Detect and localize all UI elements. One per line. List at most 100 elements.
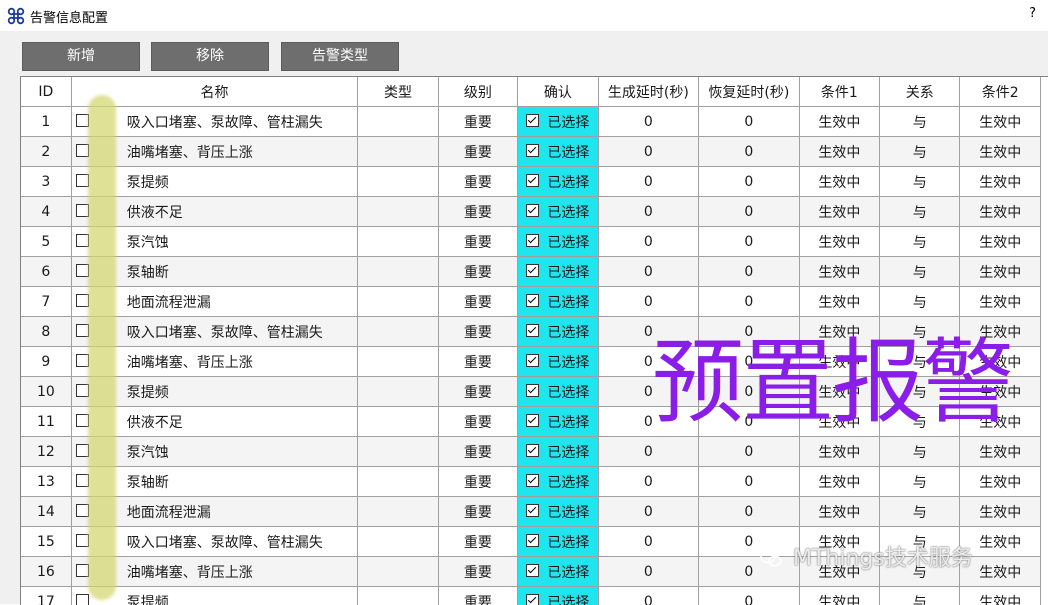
cell-confirm[interactable]: 已选择 bbox=[518, 467, 598, 497]
cell-confirm[interactable]: 已选择 bbox=[518, 197, 598, 227]
cell-cond2[interactable]: 生效中 bbox=[960, 287, 1041, 317]
row-select-checkbox[interactable] bbox=[76, 354, 89, 367]
cell-level[interactable]: 重要 bbox=[438, 497, 517, 527]
cell-rec-delay[interactable]: 0 bbox=[699, 257, 800, 287]
cell-rel[interactable]: 与 bbox=[880, 317, 960, 347]
cell-cond1[interactable]: 生效中 bbox=[799, 347, 879, 377]
cell-rel[interactable]: 与 bbox=[880, 347, 960, 377]
cell-type[interactable] bbox=[358, 467, 438, 497]
cell-level[interactable]: 重要 bbox=[438, 557, 517, 587]
row-select-checkbox[interactable] bbox=[76, 234, 89, 247]
cell-level[interactable]: 重要 bbox=[438, 347, 517, 377]
cell-cond2[interactable]: 生效中 bbox=[960, 167, 1041, 197]
cell-id[interactable]: 13 bbox=[21, 467, 71, 497]
cell-rec-delay[interactable]: 0 bbox=[699, 287, 800, 317]
cell-gen-delay[interactable]: 0 bbox=[598, 137, 699, 167]
cell-name[interactable]: 泵汽蚀 bbox=[71, 227, 358, 257]
alarm-table[interactable]: ID 名称 类型 级别 确认 生成延时(秒) 恢复延时(秒) 条件1 关系 条件… bbox=[20, 76, 1048, 605]
cell-id[interactable]: 5 bbox=[21, 227, 71, 257]
cell-type[interactable] bbox=[358, 317, 438, 347]
row-select-checkbox[interactable] bbox=[76, 474, 89, 487]
cell-name[interactable]: 地面流程泄漏 bbox=[71, 287, 358, 317]
column-header[interactable]: 条件2 bbox=[960, 77, 1041, 107]
cell-id[interactable]: 6 bbox=[21, 257, 71, 287]
cell-rel[interactable]: 与 bbox=[880, 467, 960, 497]
cell-confirm[interactable]: 已选择 bbox=[518, 287, 598, 317]
cell-rec-delay[interactable]: 0 bbox=[699, 587, 800, 605]
cell-rel[interactable]: 与 bbox=[880, 197, 960, 227]
cell-gen-delay[interactable]: 0 bbox=[598, 227, 699, 257]
cell-gen-delay[interactable]: 0 bbox=[598, 197, 699, 227]
cell-type[interactable] bbox=[358, 437, 438, 467]
cell-cond1[interactable]: 生效中 bbox=[799, 137, 879, 167]
cell-level[interactable]: 重要 bbox=[438, 107, 517, 137]
cell-type[interactable] bbox=[358, 197, 438, 227]
confirm-checkbox[interactable] bbox=[526, 174, 539, 187]
cell-id[interactable]: 2 bbox=[21, 137, 71, 167]
cell-type[interactable] bbox=[358, 107, 438, 137]
cell-rel[interactable]: 与 bbox=[880, 407, 960, 437]
row-select-checkbox[interactable] bbox=[76, 504, 89, 517]
cell-rec-delay[interactable]: 0 bbox=[699, 467, 800, 497]
cell-id[interactable]: 8 bbox=[21, 317, 71, 347]
cell-rec-delay[interactable]: 0 bbox=[699, 497, 800, 527]
cell-id[interactable]: 4 bbox=[21, 197, 71, 227]
cell-rec-delay[interactable]: 0 bbox=[699, 377, 800, 407]
cell-name[interactable]: 泵提频 bbox=[71, 377, 358, 407]
cell-rel[interactable]: 与 bbox=[880, 377, 960, 407]
cell-rel[interactable]: 与 bbox=[880, 167, 960, 197]
cell-rel[interactable]: 与 bbox=[880, 437, 960, 467]
cell-cond2[interactable]: 生效中 bbox=[960, 467, 1041, 497]
cell-gen-delay[interactable]: 0 bbox=[598, 527, 699, 557]
cell-cond2[interactable]: 生效中 bbox=[960, 347, 1041, 377]
cell-id[interactable]: 17 bbox=[21, 587, 71, 605]
cell-gen-delay[interactable]: 0 bbox=[598, 257, 699, 287]
row-select-checkbox[interactable] bbox=[76, 294, 89, 307]
cell-type[interactable] bbox=[358, 587, 438, 605]
cell-cond2[interactable]: 生效中 bbox=[960, 137, 1041, 167]
cell-confirm[interactable]: 已选择 bbox=[518, 497, 598, 527]
cell-cond2[interactable]: 生效中 bbox=[960, 527, 1041, 557]
confirm-checkbox[interactable] bbox=[526, 114, 539, 127]
cell-gen-delay[interactable]: 0 bbox=[598, 107, 699, 137]
cell-cond2[interactable]: 生效中 bbox=[960, 107, 1041, 137]
cell-name[interactable]: 吸入口堵塞、泵故障、管柱漏失 bbox=[71, 527, 358, 557]
cell-rec-delay[interactable]: 0 bbox=[699, 197, 800, 227]
cell-id[interactable]: 7 bbox=[21, 287, 71, 317]
cell-confirm[interactable]: 已选择 bbox=[518, 167, 598, 197]
table-row[interactable]: 7地面流程泄漏重要已选择00生效中与生效中 bbox=[21, 287, 1041, 317]
cell-confirm[interactable]: 已选择 bbox=[518, 527, 598, 557]
row-select-checkbox[interactable] bbox=[76, 384, 89, 397]
column-header[interactable]: 类型 bbox=[358, 77, 438, 107]
cell-rel[interactable]: 与 bbox=[880, 107, 960, 137]
remove-button[interactable]: 移除 bbox=[151, 42, 269, 71]
cell-cond2[interactable]: 生效中 bbox=[960, 377, 1041, 407]
cell-rec-delay[interactable]: 0 bbox=[699, 437, 800, 467]
cell-type[interactable] bbox=[358, 347, 438, 377]
confirm-checkbox[interactable] bbox=[526, 414, 539, 427]
confirm-checkbox[interactable] bbox=[526, 144, 539, 157]
table-row[interactable]: 13泵轴断重要已选择00生效中与生效中 bbox=[21, 467, 1041, 497]
row-select-checkbox[interactable] bbox=[76, 324, 89, 337]
confirm-checkbox[interactable] bbox=[526, 204, 539, 217]
cell-rec-delay[interactable]: 0 bbox=[699, 317, 800, 347]
cell-name[interactable]: 吸入口堵塞、泵故障、管柱漏失 bbox=[71, 317, 358, 347]
cell-level[interactable]: 重要 bbox=[438, 377, 517, 407]
confirm-checkbox[interactable] bbox=[526, 234, 539, 247]
cell-cond1[interactable]: 生效中 bbox=[799, 557, 879, 587]
cell-rel[interactable]: 与 bbox=[880, 257, 960, 287]
row-select-checkbox[interactable] bbox=[76, 564, 89, 577]
alarm-type-button[interactable]: 告警类型 bbox=[281, 42, 399, 71]
cell-rel[interactable]: 与 bbox=[880, 557, 960, 587]
table-row[interactable]: 16油嘴堵塞、背压上涨重要已选择00生效中与生效中 bbox=[21, 557, 1041, 587]
cell-confirm[interactable]: 已选择 bbox=[518, 347, 598, 377]
cell-gen-delay[interactable]: 0 bbox=[598, 497, 699, 527]
cell-cond1[interactable]: 生效中 bbox=[799, 407, 879, 437]
cell-cond2[interactable]: 生效中 bbox=[960, 587, 1041, 605]
cell-rel[interactable]: 与 bbox=[880, 227, 960, 257]
cell-type[interactable] bbox=[358, 407, 438, 437]
table-row[interactable]: 10泵提频重要已选择00生效中与生效中 bbox=[21, 377, 1041, 407]
column-header[interactable]: 确认 bbox=[518, 77, 598, 107]
cell-gen-delay[interactable]: 0 bbox=[598, 287, 699, 317]
cell-rel[interactable]: 与 bbox=[880, 287, 960, 317]
